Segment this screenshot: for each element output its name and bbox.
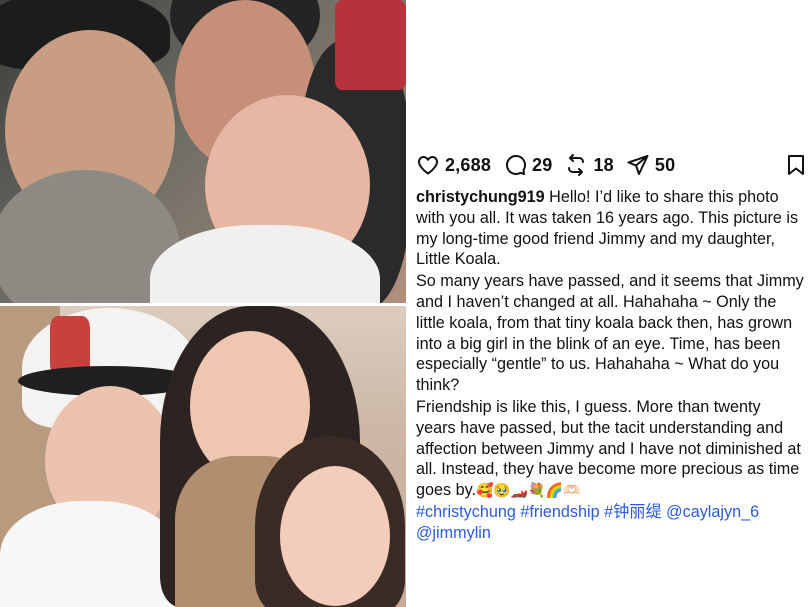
photo-recent[interactable]	[0, 306, 406, 607]
repost-button[interactable]: 18	[564, 153, 614, 177]
comment-icon	[506, 155, 527, 175]
comment-button[interactable]: 29	[503, 153, 552, 177]
share-button[interactable]: 50	[626, 153, 675, 177]
caption-text-3: Friendship is like this, I guess. More t…	[416, 397, 801, 500]
hashtag-christychung[interactable]: #christychung	[416, 503, 516, 521]
mention-caylajyn[interactable]: @caylajyn_6	[666, 503, 759, 521]
like-count: 2,688	[445, 154, 492, 175]
heart-icon	[418, 156, 438, 175]
repost-count: 18	[593, 154, 614, 175]
post-caption: christychung919 Hello! I’d like to share…	[416, 187, 804, 545]
hashtag-zhonglidi[interactable]: #钟丽缇	[604, 503, 662, 521]
share-count: 50	[654, 154, 676, 175]
post-panel: 2,688 29 18 50 christychung919 Hello! I’…	[406, 0, 810, 607]
like-button[interactable]: 2,688	[416, 153, 491, 177]
repost-icon	[568, 154, 585, 176]
caption-paragraph-2: So many years have passed, and it seems …	[416, 272, 804, 395]
photo-old[interactable]	[0, 0, 406, 303]
username-link[interactable]: christychung919	[416, 188, 545, 206]
bookmark-button[interactable]	[784, 153, 808, 182]
caption-paragraph-3: Friendship is like this, I guess. More t…	[416, 397, 804, 501]
action-bar: 2,688 29 18 50	[416, 151, 808, 179]
bookmark-icon	[788, 155, 804, 175]
hashtag-friendship[interactable]: #friendship	[520, 503, 599, 521]
hashtag-list: #christychung #friendship #钟丽缇 @caylajyn…	[416, 502, 804, 544]
comment-count: 29	[532, 154, 553, 175]
instagram-post-screen: 2,688 29 18 50 christychung919 Hello! I’…	[0, 0, 810, 607]
caption-emojis: 🥰🥹🏎️💐🌈🫶🏻	[476, 482, 581, 499]
caption-paragraph-1: christychung919 Hello! I’d like to share…	[416, 187, 804, 270]
photo-collage[interactable]	[0, 0, 406, 607]
mention-jimmylin[interactable]: @jimmylin	[416, 524, 491, 542]
share-icon	[627, 155, 649, 175]
